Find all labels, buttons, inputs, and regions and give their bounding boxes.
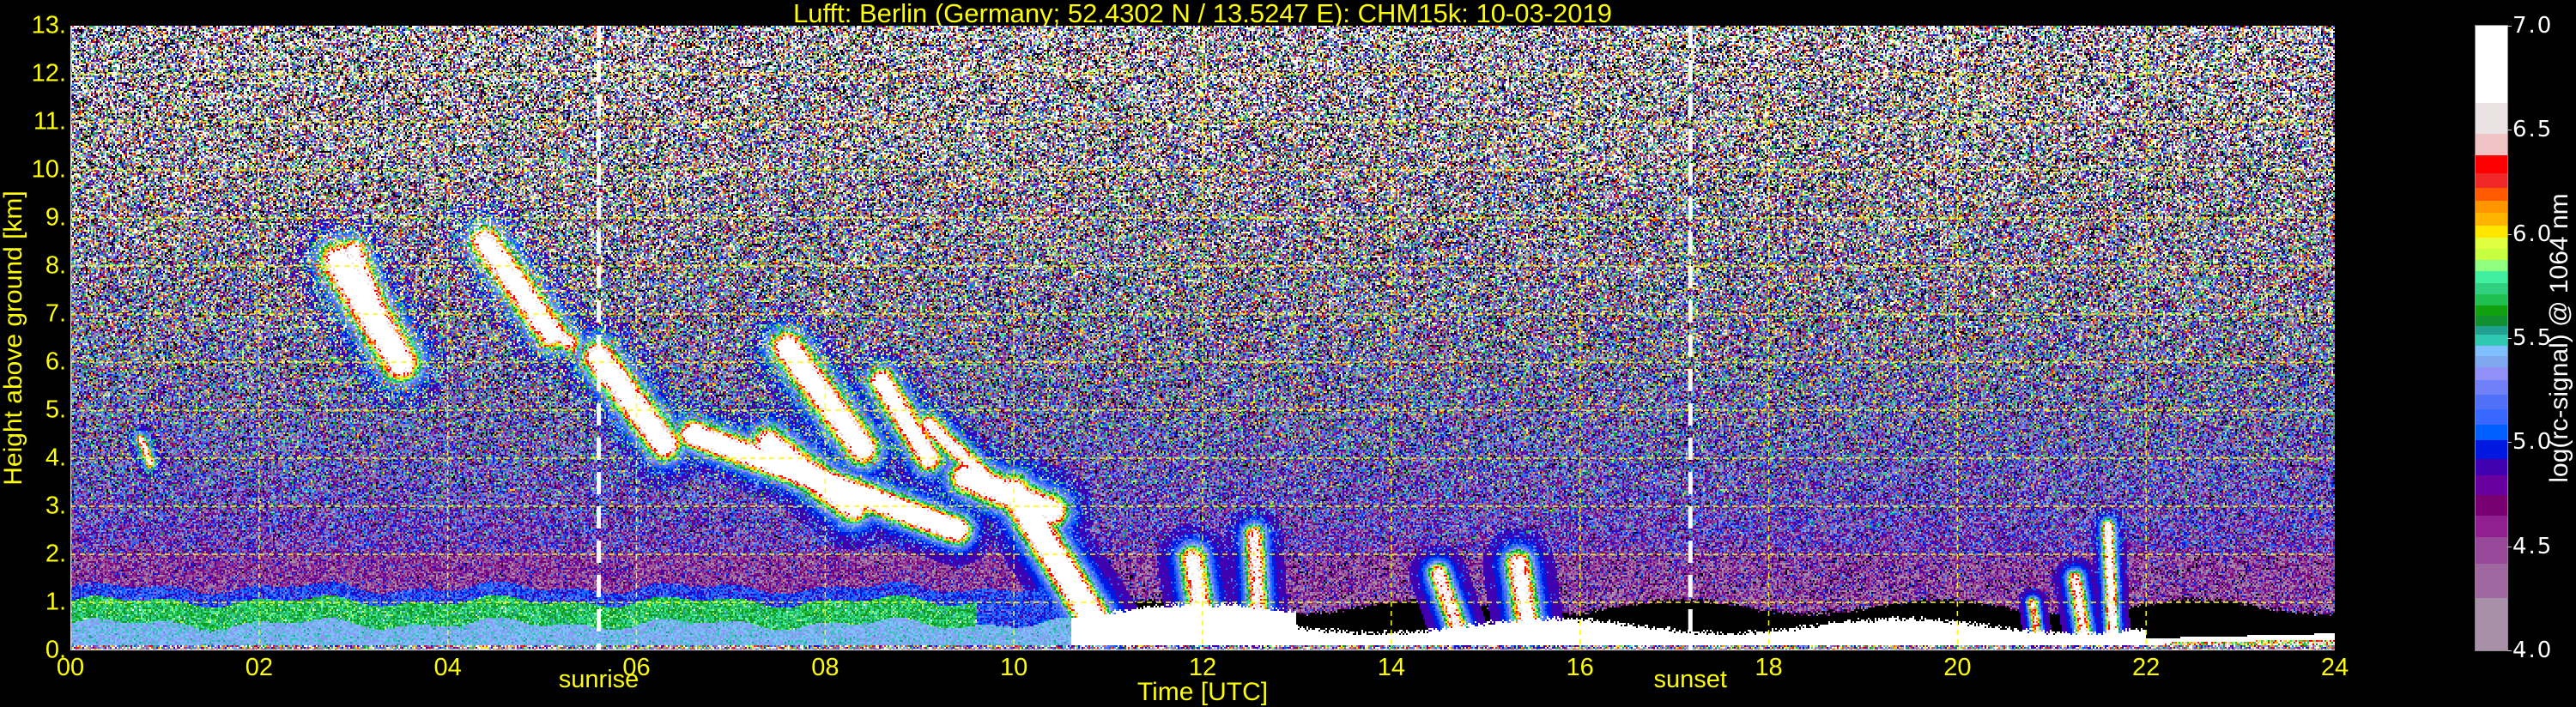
colorbar-band <box>2476 26 2507 103</box>
y-tick-label: 3. <box>45 492 66 520</box>
colorbar-band <box>2476 379 2507 395</box>
y-tick-label: 2. <box>45 540 66 568</box>
y-tick-label: 12. <box>31 59 66 88</box>
colorbar-band <box>2476 474 2507 496</box>
colorbar-band <box>2476 458 2507 476</box>
colorbar-tick-mark <box>2507 338 2512 339</box>
x-axis-label: Time [UTC] <box>1136 678 1269 706</box>
colorbar-tick-label: 4.0 <box>2512 638 2554 663</box>
colorbar-band <box>2476 494 2507 516</box>
y-tick-label: 9. <box>45 203 66 232</box>
colorbar-band <box>2476 102 2507 135</box>
colorbar-band <box>2476 154 2507 173</box>
grid-overlay <box>70 26 2335 650</box>
y-tick-label: 11. <box>33 107 66 136</box>
colorbar-tick-label: 4.5 <box>2512 533 2554 559</box>
colorbar-band <box>2476 237 2507 250</box>
colorbar-tick-label: 6.5 <box>2512 117 2554 143</box>
sunrise-label: sunrise <box>558 666 639 693</box>
colorbar-band <box>2476 315 2507 326</box>
plot-area <box>70 26 2335 650</box>
colorbar-band <box>2476 270 2507 283</box>
colorbar-band <box>2476 563 2507 599</box>
y-axis-label: Height above ground [km] <box>0 190 27 486</box>
colorbar-band <box>2476 225 2507 239</box>
y-tick-label: 10. <box>31 155 66 184</box>
colorbar-tick-label: 7.0 <box>2512 13 2554 39</box>
colorbar-band <box>2476 597 2507 651</box>
y-tick-label: 4. <box>45 444 66 472</box>
y-tick-label: 1. <box>45 588 66 616</box>
colorbar-band <box>2476 366 2507 380</box>
colorbar-band <box>2476 394 2507 409</box>
y-tick-label: 13. <box>31 11 66 39</box>
colorbar <box>2475 25 2508 651</box>
colorbar-band <box>2476 325 2507 335</box>
y-tick-label: 5. <box>45 396 66 424</box>
colorbar-band <box>2476 345 2507 357</box>
colorbar-band <box>2476 212 2507 226</box>
sunset-label: sunset <box>1653 666 1727 693</box>
colorbar-tick-mark <box>2507 26 2512 27</box>
colorbar-tick-mark <box>2507 233 2512 235</box>
colorbar-band <box>2476 293 2507 306</box>
colorbar-band <box>2476 334 2507 346</box>
y-tick-label: 7. <box>45 299 66 328</box>
colorbar-band <box>2476 355 2507 367</box>
colorbar-band <box>2476 536 2507 565</box>
colorbar-label: log(rc-signal) @ 1064 nm <box>2545 193 2573 483</box>
colorbar-band <box>2476 408 2507 425</box>
colorbar-tick-mark <box>2507 650 2512 651</box>
colorbar-band <box>2476 259 2507 272</box>
colorbar-band <box>2476 172 2507 189</box>
colorbar-band <box>2476 187 2507 202</box>
y-tick-label: 6. <box>45 347 66 376</box>
colorbar-band <box>2476 439 2507 459</box>
chart-title: Lufft: Berlin (Germany; 52.4302 N / 13.5… <box>792 0 1613 28</box>
colorbar-band <box>2476 248 2507 261</box>
colorbar-band <box>2476 200 2507 214</box>
colorbar-band <box>2476 424 2507 441</box>
colorbar-band <box>2476 282 2507 295</box>
colorbar-band <box>2476 515 2507 537</box>
colorbar-band <box>2476 305 2507 316</box>
y-tick-label: 8. <box>45 251 66 280</box>
y-tick-label: 0. <box>45 636 66 664</box>
colorbar-tick-mark <box>2507 442 2512 444</box>
colorbar-band <box>2476 133 2507 156</box>
